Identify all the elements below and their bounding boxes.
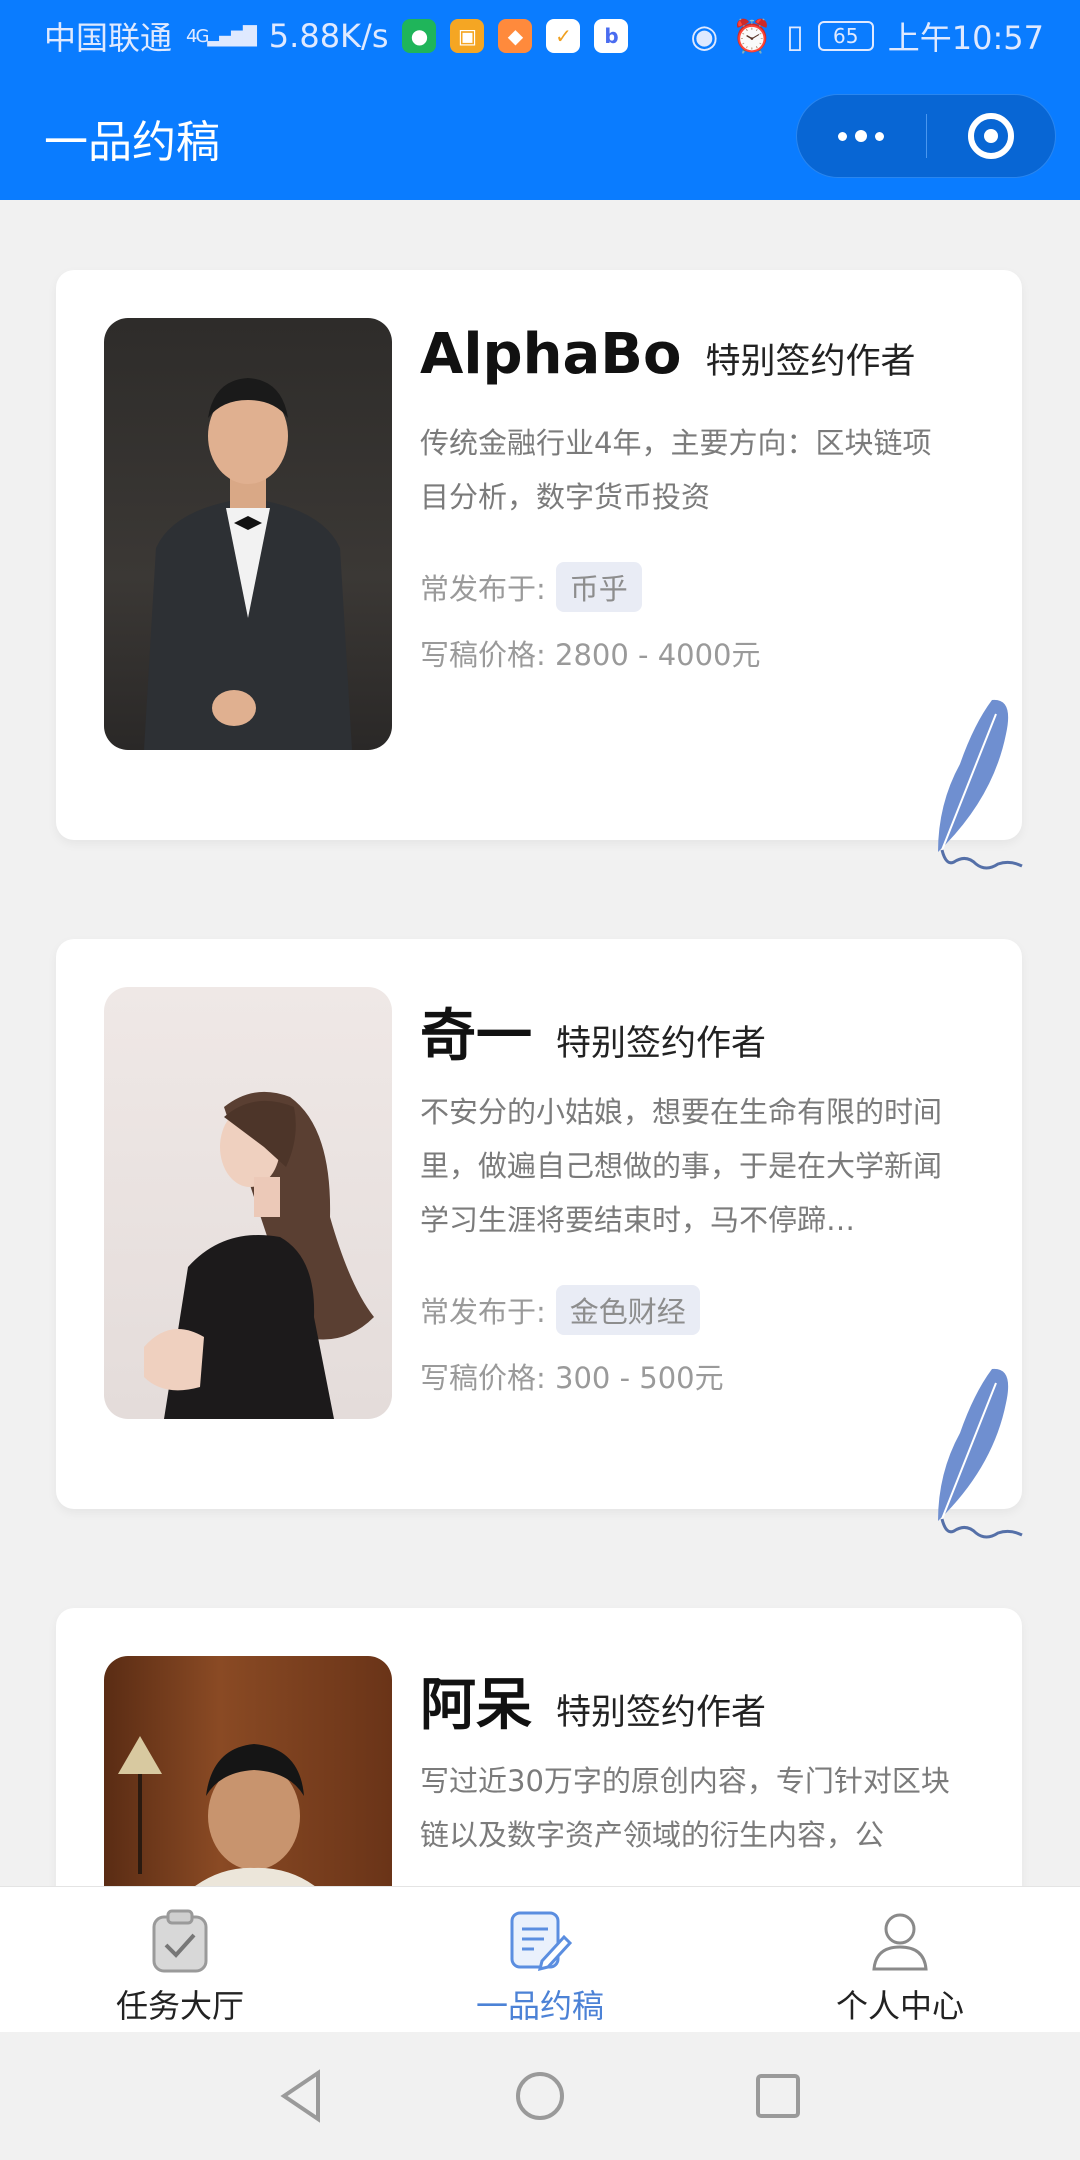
app-icon: ✓ <box>546 19 581 53</box>
author-description: 写过近30万字的原创内容，专门针对区块链以及数字资产领域的衍生内容，公 <box>420 1764 950 1852</box>
alarm-icon: ⏰ <box>732 17 773 55</box>
vibrate-icon: ▯ <box>786 17 804 55</box>
target-icon <box>967 113 1014 159</box>
bottom-tab-bar: 任务大厅 一品约稿 个人中心 <box>0 1886 1080 2032</box>
clock: 上午10:57 <box>887 19 1044 57</box>
author-description: 不安分的小姑娘，想要在生命有限的时间里，做遍自己想做的事，于是在大学新闻学习生涯… <box>420 1095 943 1237</box>
author-photo <box>104 318 392 750</box>
app-icon: b <box>594 19 629 53</box>
signal-icon: 4G▂▄▆█ <box>186 25 257 47</box>
title-bar: 一品约稿 <box>0 72 1080 200</box>
close-button[interactable] <box>927 94 1056 178</box>
author-photo <box>104 1656 392 1886</box>
home-icon[interactable] <box>514 2070 566 2122</box>
author-tagline: 特别签约作者 <box>556 1024 767 1064</box>
status-bar: 中国联通 4G▂▄▆█ 5.88K/s ● ▣ ◆ ✓ b ◉ ⏰ ▯ 65 上… <box>0 0 1080 72</box>
author-tagline: 特别签约作者 <box>556 1693 767 1733</box>
app-icon: ◆ <box>498 19 533 53</box>
platform-tag: 金色财经 <box>555 1285 700 1335</box>
wechat-icon: ● <box>402 19 437 53</box>
system-nav-bar <box>0 2032 1080 2160</box>
author-card[interactable]: AlphaBo 特别签约作者 传统金融行业4年，主要方向：区块链项目分析，数字货… <box>56 270 1023 870</box>
back-icon[interactable] <box>278 2069 326 2123</box>
author-name: AlphaBo <box>420 322 682 387</box>
user-icon <box>864 1905 936 1977</box>
published-label: 常发布于: <box>420 1295 546 1329</box>
tab-label: 任务大厅 <box>115 1987 244 2025</box>
mini-program-capsule <box>796 94 1056 178</box>
author-card[interactable]: 阿呆 特别签约作者 写过近30万字的原创内容，专门针对区块链以及数字资产领域的衍… <box>56 1608 1022 1886</box>
tab-task-hall[interactable]: 任务大厅 <box>0 1887 360 2032</box>
more-button[interactable] <box>797 94 926 178</box>
author-card[interactable]: 奇一 特别签约作者 不安分的小姑娘，想要在生命有限的时间里，做遍自己想做的事，于… <box>56 939 1023 1539</box>
tab-personal-center[interactable]: 个人中心 <box>720 1887 1080 2032</box>
document-edit-icon <box>504 1905 576 1977</box>
battery-icon: 65 <box>817 21 874 51</box>
price-value: 300 - 500元 <box>555 1361 724 1395</box>
platform-tag: 币乎 <box>555 562 642 612</box>
network-speed: 5.88K/s <box>268 17 389 55</box>
feather-icon <box>938 1368 1023 1539</box>
app-icon: ▣ <box>450 19 485 53</box>
author-list[interactable]: AlphaBo 特别签约作者 传统金融行业4年，主要方向：区块链项目分析，数字货… <box>0 200 1080 1886</box>
author-tagline: 特别签约作者 <box>705 342 916 382</box>
price-label: 写稿价格: <box>420 1361 546 1395</box>
recent-apps-icon[interactable] <box>754 2072 802 2120</box>
eye-icon: ◉ <box>690 17 719 55</box>
clipboard-check-icon <box>144 1905 216 1977</box>
tab-label: 个人中心 <box>835 1987 964 2025</box>
tab-label: 一品约稿 <box>475 1987 604 2025</box>
price-label: 写稿价格: <box>420 638 546 672</box>
author-description: 传统金融行业4年，主要方向：区块链项目分析，数字货币投资 <box>420 426 932 514</box>
published-label: 常发布于: <box>420 572 546 606</box>
tab-yipin-yuegao[interactable]: 一品约稿 <box>360 1887 720 2032</box>
author-name: 奇一 <box>420 1004 532 1069</box>
price-value: 2800 - 4000元 <box>555 638 761 672</box>
carrier-label: 中国联通 <box>44 19 173 57</box>
author-photo <box>104 987 392 1419</box>
page-title: 一品约稿 <box>44 117 220 168</box>
feather-icon <box>938 699 1023 870</box>
author-name: 阿呆 <box>420 1673 532 1738</box>
